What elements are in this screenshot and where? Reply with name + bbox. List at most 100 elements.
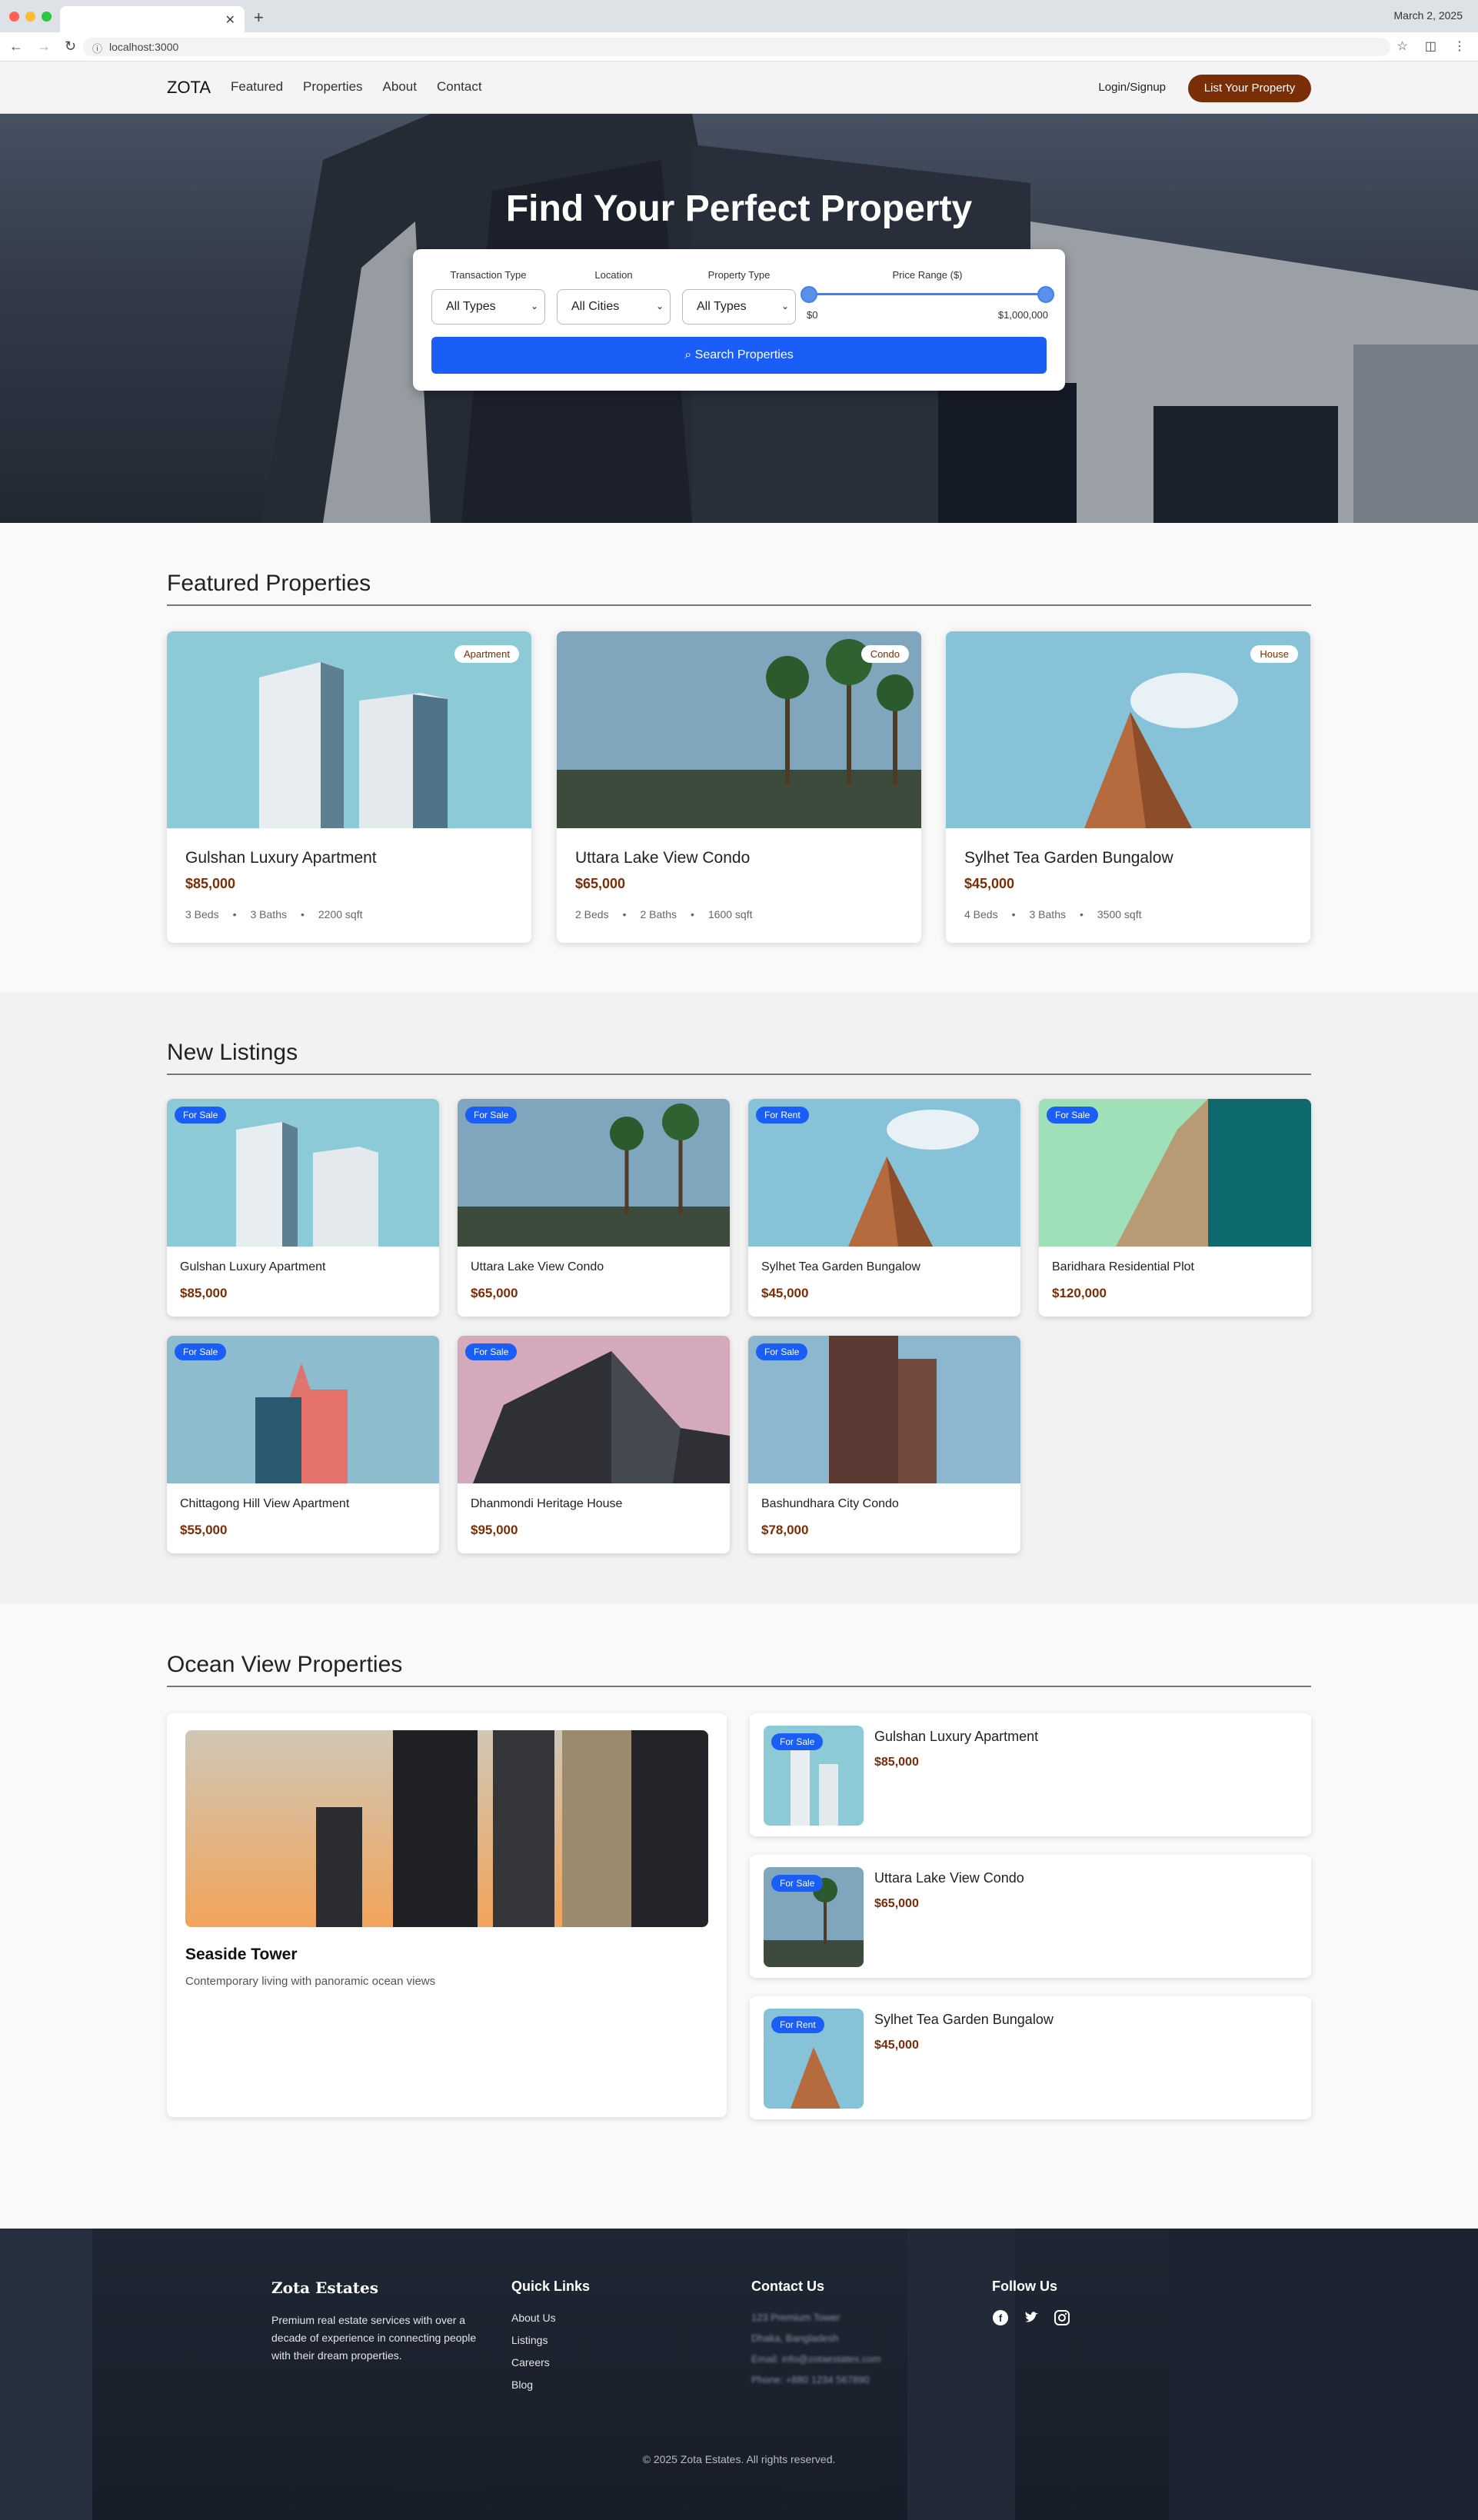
section-divider: [167, 1074, 1311, 1075]
listing-card[interactable]: For Sale Chittagong Hill View Apartment …: [167, 1336, 439, 1553]
ocean-side-card[interactable]: For Rent Sylhet Tea Garden Bungalow $45,…: [750, 1996, 1311, 2119]
nav-link-about[interactable]: About: [383, 79, 417, 95]
screenshot-icon[interactable]: ◫: [1425, 38, 1436, 54]
ocean-side-card[interactable]: For Sale Gulshan Luxury Apartment $85,00…: [750, 1713, 1311, 1836]
property-name[interactable]: Sylhet Tea Garden Bungalow: [964, 849, 1173, 867]
footer-link-listings[interactable]: Listings: [511, 2334, 556, 2346]
beds: 2 Beds: [575, 908, 609, 920]
footer-link-blog[interactable]: Blog: [511, 2379, 556, 2391]
contact-phone[interactable]: Phone: +880 1234 567890: [751, 2374, 881, 2385]
instagram-icon[interactable]: [1054, 2309, 1070, 2326]
ocean-side-card[interactable]: For Sale Uttara Lake View Condo $65,000: [750, 1855, 1311, 1978]
price-max-handle[interactable]: [1037, 286, 1054, 303]
ocean-side-price: $45,000: [874, 2039, 919, 2052]
property-image: [185, 1730, 708, 1927]
ocean-property-name[interactable]: Seaside Tower: [185, 1946, 298, 1964]
url-input[interactable]: ⓘ localhost:3000: [83, 38, 1390, 56]
listing-name[interactable]: Bashundhara City Condo: [761, 1497, 899, 1511]
close-window-button[interactable]: [9, 12, 19, 22]
site-logo[interactable]: ZOTA: [167, 78, 211, 98]
transaction-type-label: Transaction Type: [450, 269, 527, 281]
location-select[interactable]: All Cities ⌄: [557, 289, 671, 325]
listing-name[interactable]: Uttara Lake View Condo: [471, 1260, 604, 1274]
listing-card[interactable]: For Sale Gulshan Luxury Apartment $85,00…: [167, 1099, 439, 1317]
login-signup-link[interactable]: Login/Signup: [1098, 81, 1166, 94]
reload-icon[interactable]: ↻: [65, 38, 76, 55]
footer-link-careers[interactable]: Careers: [511, 2356, 556, 2369]
listing-name[interactable]: Chittagong Hill View Apartment: [180, 1497, 349, 1511]
property-name[interactable]: Uttara Lake View Condo: [575, 849, 750, 867]
listing-card[interactable]: For Sale Bashundhara City Condo $78,000: [748, 1336, 1020, 1553]
listing-card[interactable]: For Sale Dhanmondi Heritage House $95,00…: [458, 1336, 730, 1553]
listing-name[interactable]: Sylhet Tea Garden Bungalow: [761, 1260, 920, 1274]
ocean-side-name[interactable]: Gulshan Luxury Apartment: [874, 1729, 1038, 1745]
property-type-value: All Types: [697, 300, 747, 313]
system-date: March 2, 2025: [1393, 9, 1463, 22]
facebook-icon[interactable]: f: [992, 2309, 1009, 2326]
listing-name[interactable]: Dhanmondi Heritage House: [471, 1497, 622, 1511]
close-tab-icon[interactable]: ✕: [225, 12, 235, 28]
hero-section: Find Your Perfect Property Transaction T…: [0, 114, 1478, 523]
ocean-side-price: $85,000: [874, 1756, 919, 1769]
featured-card[interactable]: Condo Uttara Lake View Condo $65,000 2 B…: [557, 631, 921, 943]
browser-tab[interactable]: ✕: [60, 6, 245, 32]
listing-status-badge: For Sale: [771, 1733, 824, 1750]
forward-icon[interactable]: →: [37, 38, 51, 55]
nav-link-properties[interactable]: Properties: [303, 79, 362, 95]
url-text: localhost:3000: [109, 41, 179, 53]
new-listings-title: New Listings: [167, 1040, 298, 1065]
menu-dots-icon[interactable]: ⋮: [1453, 38, 1466, 54]
social-links: f: [992, 2309, 1070, 2326]
search-properties-button[interactable]: ⌕ Search Properties: [431, 337, 1047, 374]
featured-title: Featured Properties: [167, 571, 371, 596]
footer-about: Premium real estate services with over a…: [271, 2314, 477, 2362]
transaction-type-select[interactable]: All Types ⌄: [431, 289, 545, 325]
listing-price: $85,000: [180, 1286, 228, 1300]
price-range-slider[interactable]: [808, 293, 1047, 295]
site-info-icon[interactable]: ⓘ: [92, 41, 102, 55]
ocean-view-title: Ocean View Properties: [167, 1652, 403, 1677]
listing-card[interactable]: For Sale Baridhara Residential Plot $120…: [1039, 1099, 1311, 1317]
twitter-icon[interactable]: [1023, 2309, 1040, 2326]
price-min-handle[interactable]: [801, 286, 817, 303]
listing-price: $95,000: [471, 1523, 518, 1537]
listing-status-badge: For Sale: [465, 1107, 518, 1124]
property-type-select[interactable]: All Types ⌄: [682, 289, 796, 325]
listing-price: $65,000: [471, 1286, 518, 1300]
chevron-down-icon: ⌄: [655, 301, 664, 311]
featured-card[interactable]: House Sylhet Tea Garden Bungalow $45,000…: [946, 631, 1310, 943]
contact-email[interactable]: Email: info@zotaestates.com: [751, 2353, 881, 2365]
listing-name[interactable]: Baridhara Residential Plot: [1052, 1260, 1194, 1274]
list-property-button[interactable]: List Your Property: [1188, 75, 1311, 102]
listing-card[interactable]: For Rent Sylhet Tea Garden Bungalow $45,…: [748, 1099, 1020, 1317]
area: 3500 sqft: [1097, 908, 1142, 920]
ocean-side-name[interactable]: Uttara Lake View Condo: [874, 1870, 1024, 1886]
listing-status-badge: For Rent: [756, 1107, 809, 1124]
nav-link-contact[interactable]: Contact: [437, 79, 482, 95]
transaction-type-value: All Types: [446, 300, 496, 313]
maximize-window-button[interactable]: [42, 12, 52, 22]
follow-title: Follow Us: [992, 2279, 1057, 2294]
location-value: All Cities: [571, 300, 620, 313]
footer-link-about[interactable]: About Us: [511, 2312, 556, 2324]
listing-status-badge: For Sale: [175, 1343, 227, 1360]
minimize-window-button[interactable]: [25, 12, 35, 22]
ocean-side-name[interactable]: Sylhet Tea Garden Bungalow: [874, 2012, 1054, 2028]
footer-brand: Zota Estates: [271, 2279, 379, 2297]
site-footer: Zota Estates Premium real estate service…: [0, 2229, 1478, 2520]
back-icon[interactable]: ←: [9, 38, 23, 55]
new-tab-button[interactable]: +: [254, 8, 264, 28]
listing-card[interactable]: For Sale Uttara Lake View Condo $65,000: [458, 1099, 730, 1317]
nav-link-featured[interactable]: Featured: [231, 79, 283, 95]
bookmark-star-icon[interactable]: ☆: [1397, 38, 1408, 54]
listing-name[interactable]: Gulshan Luxury Apartment: [180, 1260, 325, 1274]
featured-card[interactable]: Apartment Gulshan Luxury Apartment $85,0…: [167, 631, 531, 943]
browser-tabbar: ✕ + March 2, 2025: [0, 0, 1478, 32]
chevron-down-icon: ⌄: [781, 301, 789, 311]
listing-status-badge: For Sale: [756, 1343, 808, 1360]
area: 1600 sqft: [707, 908, 753, 920]
ocean-featured-card[interactable]: Seaside Tower Contemporary living with p…: [167, 1713, 727, 2117]
listing-status-badge: For Sale: [771, 1875, 824, 1892]
property-name[interactable]: Gulshan Luxury Apartment: [185, 849, 377, 867]
section-divider: [167, 1686, 1311, 1687]
